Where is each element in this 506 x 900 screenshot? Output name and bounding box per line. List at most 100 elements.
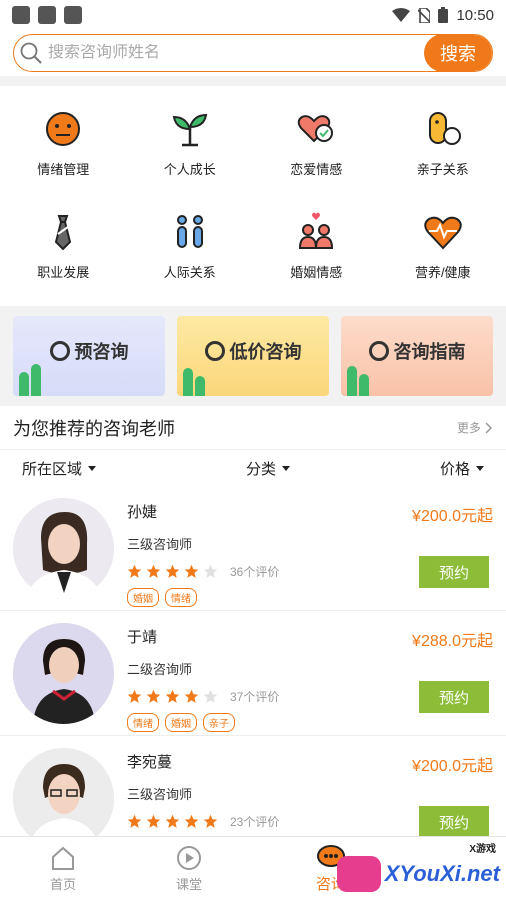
banner-label: 预咨询 <box>74 342 129 362</box>
tag: 亲子 <box>203 713 235 732</box>
filter-category[interactable]: 分类 <box>246 458 290 479</box>
gamepad-logo-icon <box>336 856 381 892</box>
watermark-text: XYouXi.net <box>384 861 500 886</box>
sprout-icon <box>172 113 207 147</box>
image-notification-icon <box>38 6 56 24</box>
tag: 情绪 <box>165 588 197 607</box>
banner-label: 咨询指南 <box>393 342 466 362</box>
category-growth[interactable]: 个人成长 <box>127 92 254 195</box>
star-filled-icon <box>165 814 180 828</box>
tag: 情绪 <box>127 713 159 732</box>
app-notification-icon <box>64 6 82 24</box>
caret-down-icon <box>475 465 484 471</box>
more-label: 更多 <box>456 421 481 435</box>
price: ¥200.0元起 <box>412 508 493 525</box>
avatar <box>13 748 114 849</box>
star-filled-icon <box>165 689 180 703</box>
category-label: 情绪管理 <box>37 162 90 177</box>
category-health[interactable]: 营养/健康 <box>380 195 506 298</box>
no-sim-icon <box>418 7 431 23</box>
bottom-tab-bar: 首页 课堂 咨询 X游戏 XYouXi.net <box>0 836 506 900</box>
book-button[interactable]: 预约 <box>419 681 489 713</box>
counselor-card[interactable]: 孙婕 三级咨询师 36个评价 婚姻 情绪 ¥200.0元起 预约 <box>0 486 506 611</box>
banner-guide[interactable]: 咨询指南 <box>341 316 493 396</box>
home-icon <box>52 846 74 870</box>
couple-icon <box>299 212 334 249</box>
price: ¥288.0元起 <box>412 633 493 650</box>
section-title: 为您推荐的咨询老师 <box>13 418 175 439</box>
chevron-right-icon <box>485 421 493 434</box>
watermark: X游戏 XYouXi.net <box>336 844 500 892</box>
phone-icon <box>49 341 70 361</box>
tab-classroom[interactable]: 课堂 <box>126 837 252 900</box>
tab-label: 首页 <box>49 876 76 892</box>
play-circle-icon <box>177 845 201 870</box>
category-grid: 情绪管理 个人成长 恋爱情感 亲子关系 职业发展 人际关系 婚姻情感 营养/健康 <box>0 86 506 306</box>
category-romance[interactable]: 恋爱情感 <box>253 92 380 195</box>
recommend-header: 为您推荐的咨询老师 更多 <box>0 406 506 450</box>
category-label: 婚姻情感 <box>290 265 343 280</box>
counselor-level: 三级咨询师 <box>127 787 193 802</box>
coin-icon <box>204 341 225 361</box>
star-filled-icon <box>203 814 218 828</box>
search-input[interactable] <box>48 44 424 62</box>
filter-bar: 所在区域 分类 价格 <box>0 450 506 486</box>
category-career[interactable]: 职业发展 <box>0 195 127 298</box>
tag-list: 婚姻 情绪 <box>127 588 493 607</box>
search-icon <box>14 42 48 64</box>
face-icon <box>46 112 81 146</box>
category-emotion[interactable]: 情绪管理 <box>0 92 127 195</box>
tag: 婚姻 <box>165 713 197 732</box>
book-button[interactable]: 预约 <box>419 556 489 588</box>
review-count: 36个评价 <box>230 565 280 579</box>
banner-pre-consult[interactable]: 预咨询 <box>13 316 165 396</box>
parent-child-icon <box>428 112 461 145</box>
notification-icon <box>12 6 30 24</box>
more-link[interactable]: 更多 <box>457 419 493 436</box>
star-filled-icon <box>184 689 199 703</box>
review-count: 23个评价 <box>230 815 280 829</box>
tie-icon <box>55 215 72 251</box>
counselor-level: 三级咨询师 <box>127 537 193 552</box>
category-label: 恋爱情感 <box>290 162 343 177</box>
tag: 婚姻 <box>127 588 159 607</box>
tab-home[interactable]: 首页 <box>0 837 126 900</box>
people-icon <box>176 215 203 248</box>
caret-down-icon <box>282 465 290 471</box>
filter-price-label: 价格 <box>439 460 470 478</box>
star-empty-icon <box>203 564 218 578</box>
banner-row: 预咨询 低价咨询 咨询指南 <box>0 306 506 406</box>
star-filled-icon <box>146 814 161 828</box>
star-filled-icon <box>146 689 161 703</box>
category-label: 职业发展 <box>37 265 90 280</box>
category-label: 亲子关系 <box>416 162 469 177</box>
star-filled-icon <box>127 564 142 578</box>
heartbeat-icon <box>424 216 462 250</box>
search-button[interactable]: 搜索 <box>424 35 492 71</box>
filter-area[interactable]: 所在区域 <box>22 458 97 479</box>
star-filled-icon <box>184 814 199 828</box>
avatar <box>13 623 114 724</box>
watermark-sub: X游戏 <box>469 844 496 855</box>
counselor-card[interactable]: 于靖 二级咨询师 37个评价 情绪 婚姻 亲子 ¥288.0元起 预约 <box>0 611 506 736</box>
caret-down-icon <box>88 465 97 471</box>
status-bar: 10:50 <box>0 0 506 30</box>
search-box: 搜索 <box>13 34 493 72</box>
banner-label: 低价咨询 <box>229 342 302 362</box>
filter-category-label: 分类 <box>245 460 276 478</box>
category-marriage[interactable]: 婚姻情感 <box>253 195 380 298</box>
compass-icon <box>368 341 389 361</box>
avatar <box>13 498 114 599</box>
wifi-icon <box>392 8 411 22</box>
category-parent-child[interactable]: 亲子关系 <box>380 92 506 195</box>
review-count: 37个评价 <box>230 690 280 704</box>
category-interpersonal[interactable]: 人际关系 <box>127 195 254 298</box>
book-button[interactable]: 预约 <box>419 806 489 838</box>
star-filled-icon <box>146 564 161 578</box>
filter-price[interactable]: 价格 <box>440 458 484 479</box>
counselor-list: 孙婕 三级咨询师 36个评价 婚姻 情绪 ¥200.0元起 预约 于靖 二级咨询… <box>0 486 506 861</box>
star-empty-icon <box>203 689 218 703</box>
category-label: 营养/健康 <box>414 265 471 280</box>
counselor-level: 二级咨询师 <box>127 662 193 677</box>
banner-low-price[interactable]: 低价咨询 <box>177 316 329 396</box>
